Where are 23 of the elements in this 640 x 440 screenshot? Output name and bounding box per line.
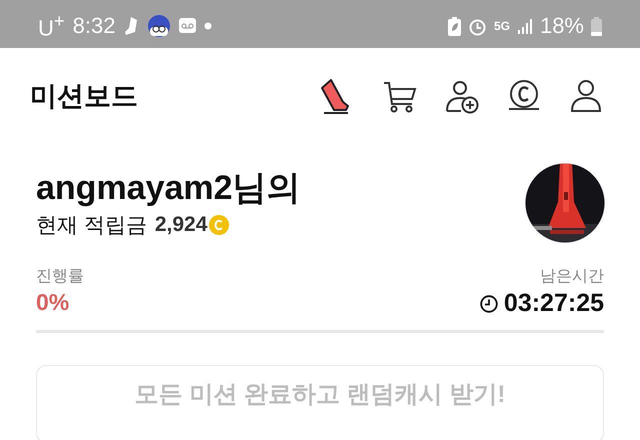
dot-icon	[204, 22, 212, 30]
balance-amount: 2,924	[154, 213, 208, 237]
carrier-text: U$^{+}$	[38, 10, 65, 42]
user-icon[interactable]	[568, 78, 604, 114]
user-name: angmayam2님의	[36, 168, 301, 209]
remaining-time: 03:27:25	[504, 289, 604, 318]
signal-icon	[516, 18, 533, 34]
voicemail-icon	[179, 18, 196, 34]
clock-icon	[480, 294, 498, 312]
clock-text: 8:32	[72, 12, 116, 39]
battery-text: 18%	[540, 13, 584, 39]
alarm-icon	[468, 16, 487, 36]
balance-label: 현재 적립금	[36, 213, 147, 239]
page-title: 미션보드	[30, 80, 138, 113]
character-icon	[147, 14, 172, 38]
battery-saver-icon	[448, 16, 461, 36]
coin-icon	[209, 215, 230, 235]
network-text: 5G	[494, 19, 510, 33]
add-user-icon[interactable]	[444, 78, 480, 114]
progress-value: 0%	[36, 289, 70, 316]
battery-icon	[591, 16, 602, 36]
remaining-time-label: 남은시간	[539, 267, 604, 287]
progress-label: 진행률	[36, 267, 84, 287]
